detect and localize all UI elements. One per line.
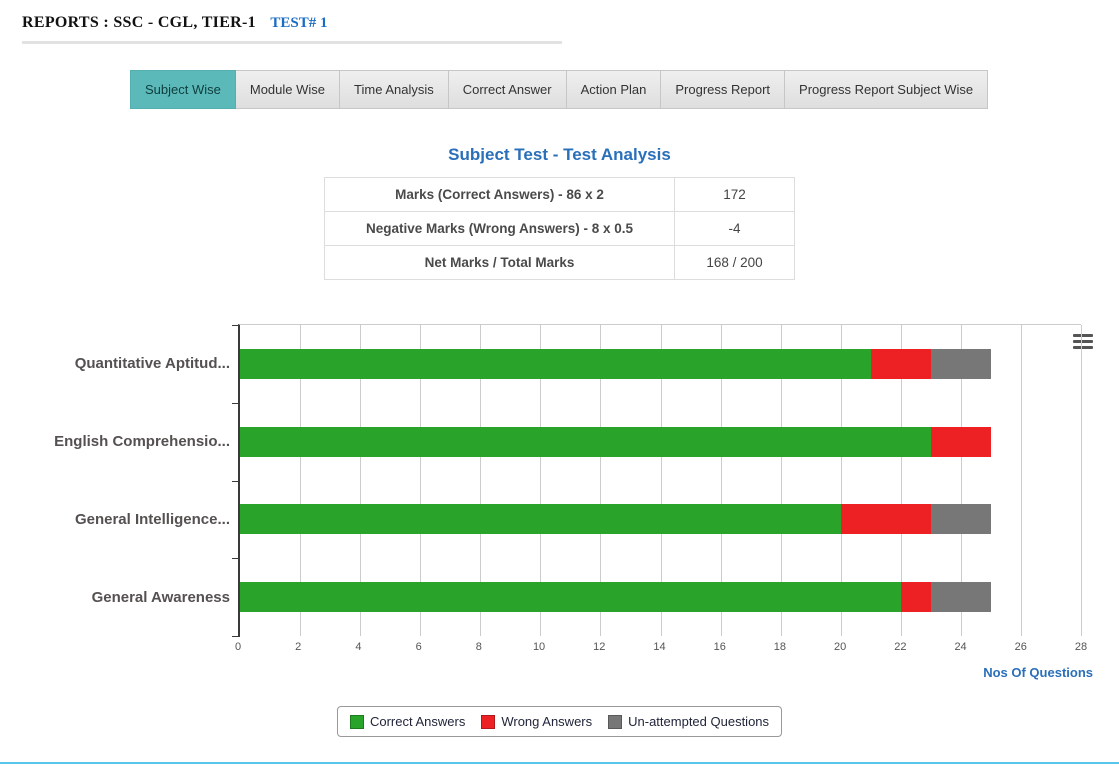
legend-label: Un-attempted Questions [628, 714, 769, 729]
bar-segment[interactable] [901, 582, 931, 612]
marks-correct-value: 172 [675, 178, 795, 212]
tab-module-wise[interactable]: Module Wise [236, 70, 340, 109]
marks-net-value: 168 / 200 [675, 246, 795, 280]
category-label: General Intelligence... [0, 480, 238, 558]
bar-segment[interactable] [240, 349, 871, 379]
bar-segment[interactable] [931, 504, 991, 534]
x-tick-label: 26 [1015, 641, 1027, 653]
marks-table: Marks (Correct Answers) - 86 x 2 172 Neg… [324, 177, 795, 280]
bar-segment[interactable] [841, 504, 931, 534]
header-divider [22, 41, 562, 44]
stacked-bar [240, 582, 1081, 612]
x-tick-label: 10 [533, 641, 545, 653]
bar-segment[interactable] [931, 427, 991, 457]
tab-subject-wise[interactable]: Subject Wise [130, 70, 236, 109]
x-tick-label: 2 [295, 641, 301, 653]
y-tick [232, 558, 240, 559]
legend-label: Wrong Answers [501, 714, 592, 729]
x-tick-label: 20 [834, 641, 846, 653]
y-tick [232, 636, 240, 637]
y-tick [232, 403, 240, 404]
x-tick-label: 22 [894, 641, 906, 653]
x-tick-label: 4 [355, 641, 361, 653]
legend-swatch [350, 715, 364, 729]
bar-row [240, 403, 1081, 481]
legend-item: Correct Answers [350, 714, 465, 729]
y-tick [232, 325, 240, 326]
bar-segment[interactable] [931, 349, 991, 379]
legend-swatch [481, 715, 495, 729]
bar-segment[interactable] [240, 504, 841, 534]
stacked-bar [240, 427, 1081, 457]
x-tick-label: 24 [954, 641, 966, 653]
report-tabs: Subject Wise Module Wise Time Analysis C… [130, 70, 1119, 109]
tab-correct-answer[interactable]: Correct Answer [449, 70, 567, 109]
marks-negative-label: Negative Marks (Wrong Answers) - 8 x 0.5 [325, 212, 675, 246]
marks-net-label: Net Marks / Total Marks [325, 246, 675, 280]
tab-progress-report[interactable]: Progress Report [661, 70, 785, 109]
table-row: Negative Marks (Wrong Answers) - 8 x 0.5… [325, 212, 795, 246]
stacked-bar [240, 504, 1081, 534]
y-axis-labels: Quantitative Aptitud...English Comprehen… [0, 324, 238, 636]
x-tick-label: 6 [416, 641, 422, 653]
bar-segment[interactable] [871, 349, 931, 379]
category-label: Quantitative Aptitud... [0, 324, 238, 402]
x-tick-label: 16 [714, 641, 726, 653]
plot-area [238, 324, 1081, 636]
legend-label: Correct Answers [370, 714, 465, 729]
marks-correct-label: Marks (Correct Answers) - 86 x 2 [325, 178, 675, 212]
x-axis-title: Nos Of Questions [238, 665, 1093, 680]
legend-swatch [608, 715, 622, 729]
gridline [1081, 325, 1082, 636]
legend-item: Wrong Answers [481, 714, 592, 729]
x-tick-label: 8 [476, 641, 482, 653]
table-row: Marks (Correct Answers) - 86 x 2 172 [325, 178, 795, 212]
marks-negative-value: -4 [675, 212, 795, 246]
chart-legend: Correct Answers Wrong Answers Un-attempted… [337, 706, 782, 737]
bar-segment[interactable] [931, 582, 991, 612]
chart-body: Quantitative Aptitud...English Comprehen… [0, 324, 1119, 680]
x-tick-label: 12 [593, 641, 605, 653]
stacked-bar [240, 349, 1081, 379]
x-tick-label: 18 [774, 641, 786, 653]
tab-time-analysis[interactable]: Time Analysis [340, 70, 449, 109]
y-tick [232, 481, 240, 482]
page-header: REPORTS : SSC - CGL, TIER-1 TEST# 1 [0, 0, 1119, 32]
analysis-title: Subject Test - Test Analysis [0, 145, 1119, 165]
bar-segment[interactable] [240, 582, 901, 612]
footer-divider [0, 762, 1119, 764]
category-label: English Comprehensio... [0, 402, 238, 480]
x-axis-ticks: 0246810121416182022242628 [238, 641, 1081, 657]
x-tick-label: 28 [1075, 641, 1087, 653]
subject-bar-chart: Quantitative Aptitud...English Comprehen… [0, 324, 1119, 737]
bar-segment[interactable] [240, 427, 931, 457]
tab-action-plan[interactable]: Action Plan [567, 70, 662, 109]
tab-progress-report-subject-wise[interactable]: Progress Report Subject Wise [785, 70, 988, 109]
report-title: REPORTS : SSC - CGL, TIER-1 [22, 14, 256, 31]
test-number-link[interactable]: TEST# 1 [270, 15, 327, 31]
x-tick-label: 0 [235, 641, 241, 653]
bar-row [240, 481, 1081, 559]
bar-row [240, 558, 1081, 636]
bar-row [240, 325, 1081, 403]
legend-item: Un-attempted Questions [608, 714, 769, 729]
x-tick-label: 14 [653, 641, 665, 653]
plot-wrap: 0246810121416182022242628 Nos Of Questio… [238, 324, 1119, 680]
category-label: General Awareness [0, 558, 238, 636]
table-row: Net Marks / Total Marks 168 / 200 [325, 246, 795, 280]
